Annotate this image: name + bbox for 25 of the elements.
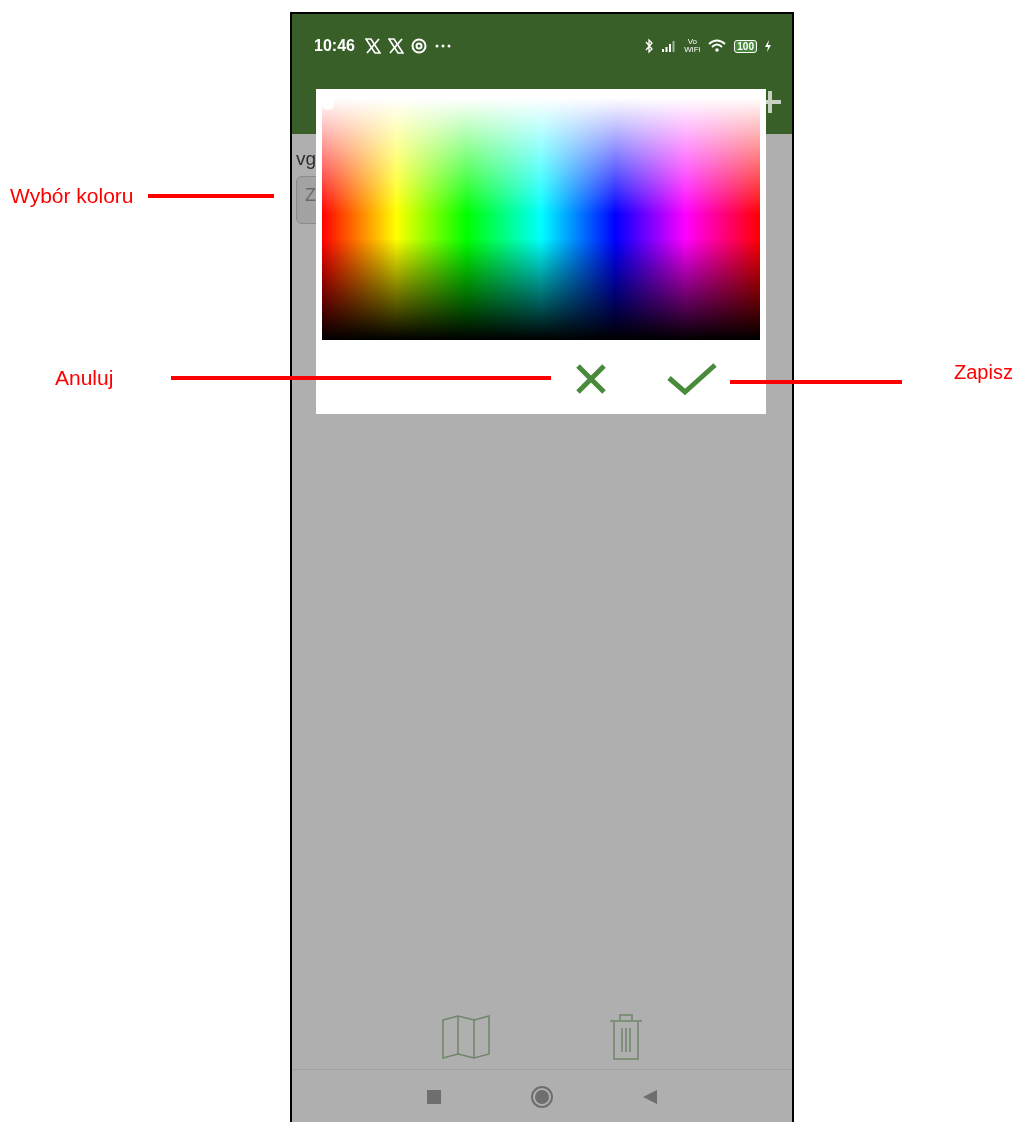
at-circle-icon [410, 38, 427, 54]
back-button[interactable] [642, 1089, 658, 1105]
color-selector-handle[interactable] [322, 98, 334, 110]
x-logo-icon [387, 38, 404, 54]
color-spectrum[interactable] [322, 98, 760, 340]
clock-time: 10:46 [314, 37, 355, 55]
close-icon[interactable] [574, 362, 608, 396]
map-icon[interactable] [441, 1014, 491, 1060]
bluetooth-icon [644, 38, 655, 54]
annotation-label: Wybór koloru [10, 184, 134, 208]
home-button[interactable] [530, 1085, 554, 1109]
more-icon [433, 43, 452, 49]
annotation-label: Anuluj [55, 366, 114, 390]
x-logo-icon [364, 38, 381, 54]
network-label: WiFi [684, 46, 701, 54]
trash-icon[interactable] [609, 1014, 643, 1060]
annotation-label: Zapisz [954, 360, 1013, 384]
wifi-icon [707, 39, 728, 53]
battery-indicator: 100 [734, 39, 757, 53]
recents-button[interactable] [426, 1089, 442, 1105]
signal-icon [661, 40, 678, 52]
field-label: vg [296, 148, 318, 170]
checkmark-icon[interactable] [666, 362, 718, 396]
charging-icon [764, 39, 772, 53]
network-label: Vo [687, 38, 697, 46]
